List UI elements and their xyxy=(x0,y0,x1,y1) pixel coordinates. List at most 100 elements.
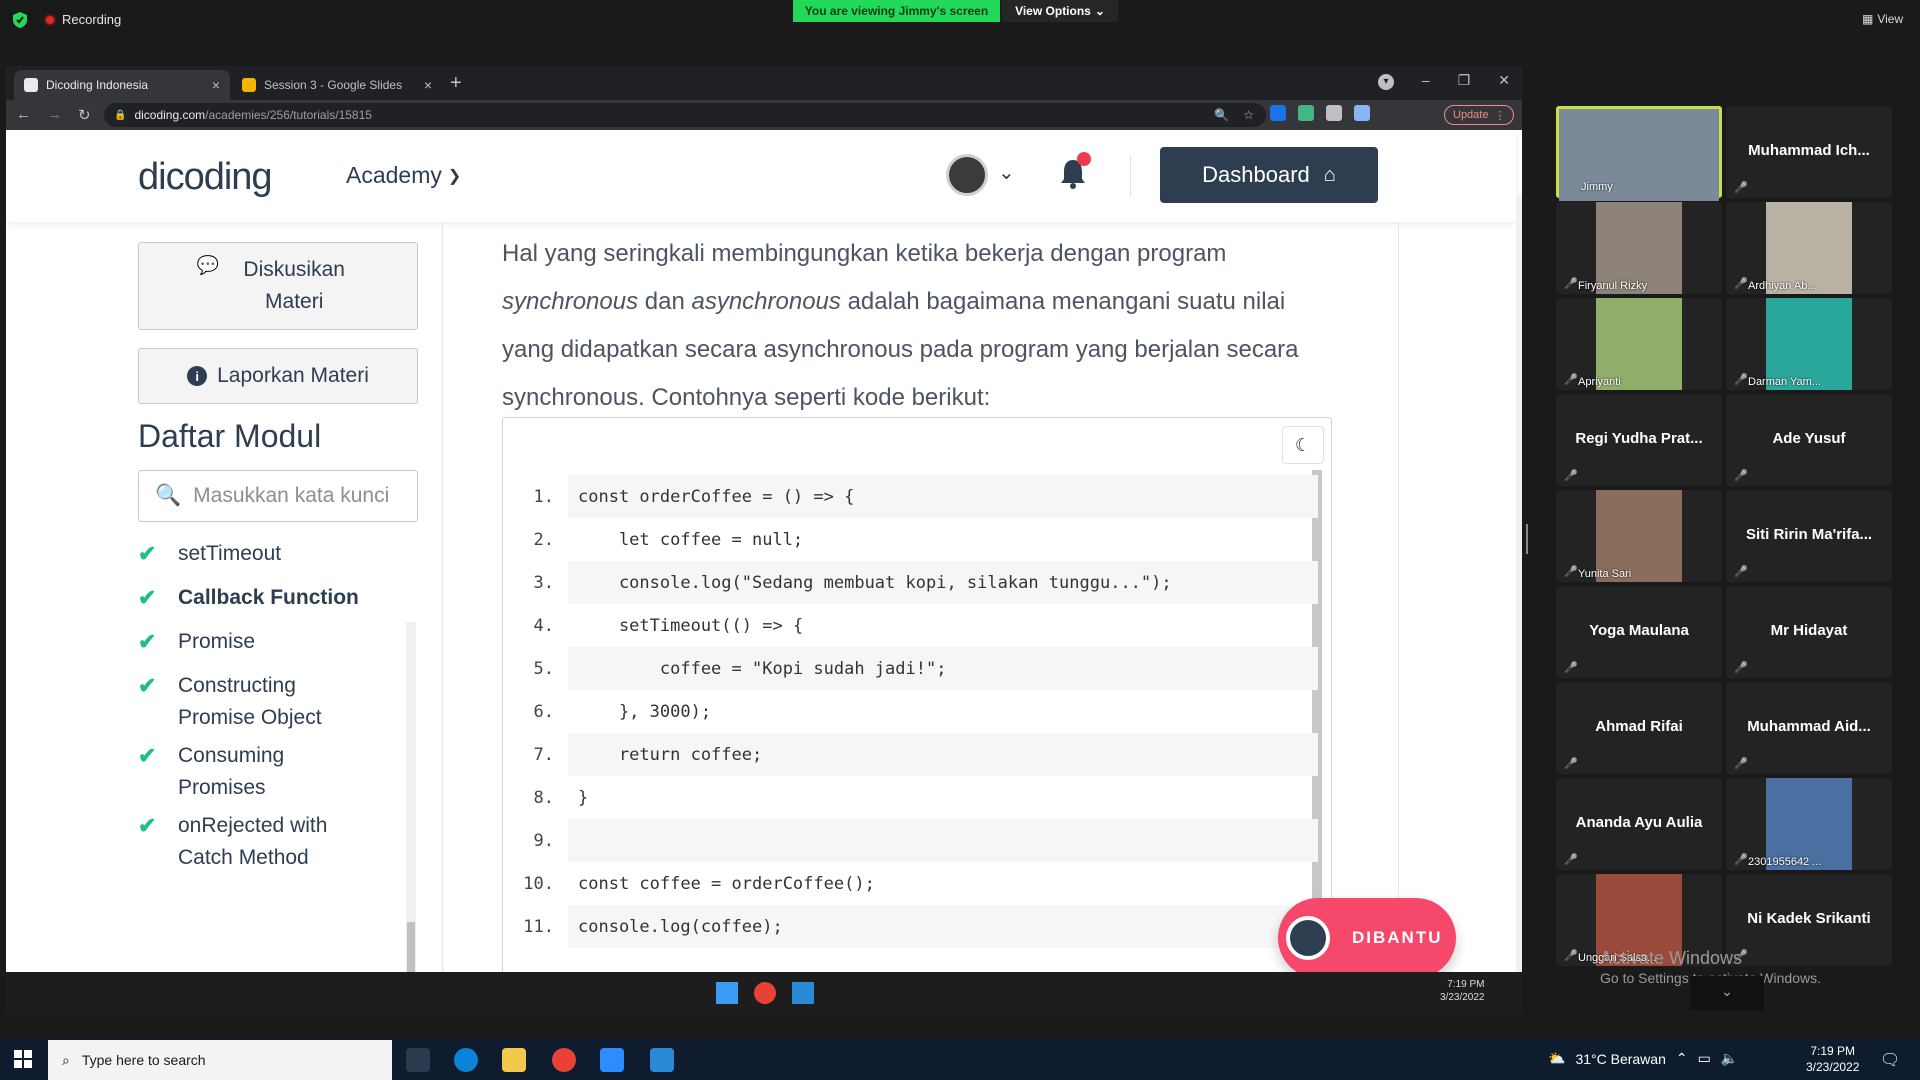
module-item[interactable]: ✔ setTimeout xyxy=(138,538,281,570)
zoom-icon[interactable]: 🔍 xyxy=(1214,108,1229,122)
module-item[interactable]: ✔ Promise xyxy=(138,626,255,658)
muted-mic-icon: 🎤 xyxy=(1564,374,1578,386)
line-number: 3. xyxy=(533,572,554,593)
participant-tile[interactable]: Muhammad Aid... 🎤 xyxy=(1726,682,1892,774)
update-button[interactable]: Update ⋮ xyxy=(1444,105,1515,125)
participant-tile[interactable]: Firyanul Rizky 🎤 xyxy=(1556,202,1722,294)
dashboard-button[interactable]: Dashboard ⌂ xyxy=(1160,147,1378,203)
participant-gallery: Jimmy Muhammad Ich... 🎤 Firyanul Rizky 🎤 Ardh… xyxy=(1556,106,1894,976)
windows-start-icon[interactable] xyxy=(14,1050,32,1068)
sidebar: 💬 Diskusikan Materi i Laporkan Materi Daft… xyxy=(6,222,438,972)
back-icon[interactable]: ← xyxy=(16,106,31,124)
view-options-button[interactable]: View Options ⌄ xyxy=(1002,0,1118,22)
muted-mic-icon: 🎤 xyxy=(1734,566,1748,578)
line-number: 5. xyxy=(533,658,554,679)
participant-tile[interactable]: Yunita Sari 🎤 xyxy=(1556,490,1722,582)
recording-label: Recording xyxy=(62,12,122,27)
academy-menu[interactable]: Academy ❯ xyxy=(346,162,461,189)
participant-tile[interactable]: Jimmy xyxy=(1556,106,1722,201)
panel-resize-handle[interactable] xyxy=(1526,524,1528,554)
reload-icon[interactable]: ↻ xyxy=(78,106,91,124)
view-button[interactable]: ▦ View xyxy=(1862,12,1903,26)
task-view-icon[interactable] xyxy=(406,1048,430,1072)
address-bar[interactable]: 🔒 dicoding.com/academies/256/tutorials/1… xyxy=(104,103,1266,127)
content-divider xyxy=(1398,222,1399,972)
participant-tile[interactable]: Regi Yudha Prat... 🎤 xyxy=(1556,394,1722,486)
dark-mode-toggle-icon[interactable]: ☾ xyxy=(1282,426,1324,464)
recording-indicator[interactable]: Recording xyxy=(44,12,121,27)
participant-name: Jimmy xyxy=(1581,181,1613,193)
robot-icon[interactable] xyxy=(1286,916,1330,960)
dicoding-logo[interactable]: dicoding xyxy=(138,156,273,199)
forward-icon[interactable]: → xyxy=(47,106,62,124)
restore-icon[interactable]: ❐ xyxy=(1458,72,1471,89)
participant-tile[interactable]: Darman Yam... 🎤 xyxy=(1726,298,1892,390)
module-item-active[interactable]: ✔ Callback Function xyxy=(138,582,359,614)
chevron-down-icon: ❯ xyxy=(447,167,462,185)
module-item[interactable]: ✔ onRejected with Catch Method xyxy=(138,810,338,874)
chevron-down-icon[interactable]: ⌄ xyxy=(1690,976,1764,1010)
chrome-icon[interactable] xyxy=(552,1048,576,1072)
participant-tile[interactable]: Mr Hidayat 🎤 xyxy=(1726,586,1892,678)
participant-name: Regi Yudha Prat... xyxy=(1575,430,1703,447)
participant-tile[interactable]: Yoga Maulana 🎤 xyxy=(1556,586,1722,678)
close-tab-icon[interactable]: × xyxy=(424,77,432,93)
network-icon[interactable]: ▭ xyxy=(1698,1050,1711,1067)
close-window-icon[interactable]: ✕ xyxy=(1498,72,1510,89)
nav-buttons: ← → ↻ xyxy=(16,106,91,124)
code-text: setTimeout(() => { xyxy=(578,615,804,636)
close-tab-icon[interactable]: × xyxy=(212,77,220,93)
module-scrollbar-thumb[interactable] xyxy=(407,922,415,972)
vue-devtools-icon[interactable] xyxy=(1298,105,1314,121)
participant-tile[interactable]: Muhammad Ich... 🎤 xyxy=(1726,106,1892,198)
taskbar-clock[interactable]: 7:19 PM 3/23/2022 xyxy=(1806,1043,1859,1075)
module-scrollbar[interactable] xyxy=(406,622,416,972)
participant-tile[interactable]: 2301955642 ... 🎤 xyxy=(1726,778,1892,870)
report-button[interactable]: i Laporkan Materi xyxy=(138,348,418,404)
module-item[interactable]: ✔ Constructing Promise Object xyxy=(138,670,338,734)
puzzle-icon[interactable] xyxy=(1326,105,1342,121)
reading-list-icon[interactable] xyxy=(1354,105,1370,121)
muted-mic-icon: 🎤 xyxy=(1734,758,1748,770)
participant-tile[interactable]: Ade Yusuf 🎤 xyxy=(1726,394,1892,486)
chevron-down-icon: ⌄ xyxy=(1094,4,1105,18)
taskbar-search-input[interactable]: ⌕ Type here to search xyxy=(48,1040,392,1080)
avatar[interactable] xyxy=(946,154,988,196)
system-tray: ⛅ 31°C Berawan ⌃ ▭ 🔈 xyxy=(1548,1050,1738,1067)
code-text: }, 3000); xyxy=(578,701,712,722)
weather-icon[interactable]: ⛅ xyxy=(1548,1050,1565,1067)
tab-google-slides[interactable]: Session 3 - Google Slides × xyxy=(232,70,442,100)
discuss-button[interactable]: 💬 Diskusikan Materi xyxy=(138,242,418,330)
page-scrollbar[interactable] xyxy=(1516,194,1522,972)
chevron-up-icon[interactable]: ⌃ xyxy=(1676,1050,1688,1067)
tab-dicoding[interactable]: Dicoding Indonesia × xyxy=(14,70,230,100)
participant-tile[interactable]: Ananda Ayu Aulia 🎤 xyxy=(1556,778,1722,870)
minimize-icon[interactable]: – xyxy=(1422,72,1430,89)
security-shield-icon[interactable] xyxy=(12,11,28,29)
file-explorer-icon[interactable] xyxy=(502,1048,526,1072)
module-search-input[interactable]: 🔍 Masukkan kata kunci xyxy=(138,470,418,522)
vscode-icon[interactable] xyxy=(650,1048,674,1072)
module-item[interactable]: ✔ Consuming Promises xyxy=(138,740,318,804)
chevron-down-icon[interactable]: ⌄ xyxy=(998,160,1015,185)
weather-label[interactable]: 31°C Berawan xyxy=(1575,1051,1665,1067)
volume-icon[interactable]: 🔈 xyxy=(1721,1050,1738,1067)
participant-tile[interactable]: Ardhiyan Ab... 🎤 xyxy=(1726,202,1892,294)
code-line: 6. }, 3000); xyxy=(514,690,1318,733)
extension-new-icon[interactable] xyxy=(1270,105,1286,121)
info-icon: i xyxy=(187,366,208,386)
zoom-app-icon[interactable] xyxy=(600,1048,624,1072)
participant-tile[interactable]: Siti Ririn Ma'rifa... 🎤 xyxy=(1726,490,1892,582)
bookmark-star-icon[interactable]: ☆ xyxy=(1243,108,1254,122)
notification-icon[interactable]: 🗨 xyxy=(1880,1050,1900,1070)
lock-icon[interactable]: 🔒 xyxy=(114,110,126,121)
new-tab-icon[interactable]: + xyxy=(450,72,462,95)
participant-tile[interactable]: Ahmad Rifai 🎤 xyxy=(1556,682,1722,774)
window-controls: – ❐ ✕ xyxy=(1422,72,1510,89)
line-number: 1. xyxy=(533,486,554,507)
edge-icon[interactable] xyxy=(454,1048,478,1072)
participant-name: Mr Hidayat xyxy=(1770,622,1848,639)
tab-search-icon[interactable]: ▾ xyxy=(1378,74,1394,90)
participant-name: Yunita Sari xyxy=(1578,568,1632,580)
participant-tile[interactable]: Apriyanti 🎤 xyxy=(1556,298,1722,390)
